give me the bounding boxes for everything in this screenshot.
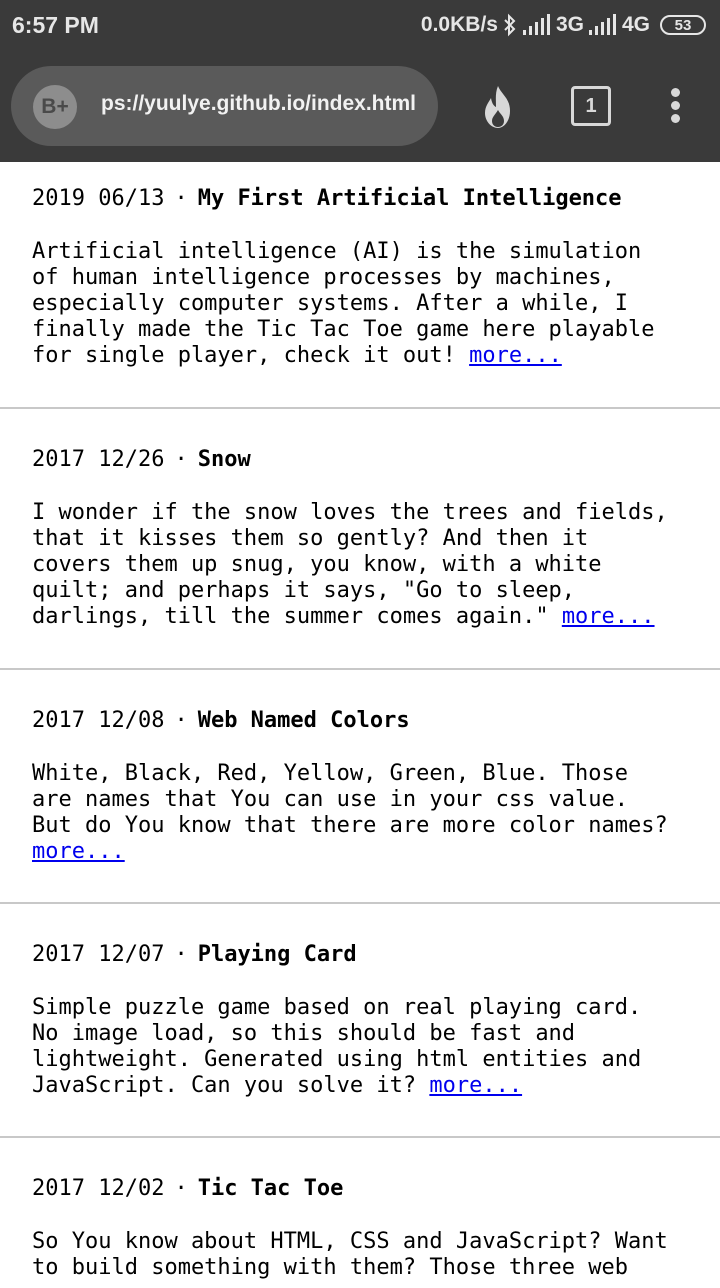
more-link[interactable]: more...	[469, 343, 562, 368]
post-separator: ·	[174, 447, 188, 472]
post-separator: ·	[174, 1176, 188, 1201]
post-title[interactable]: My First Artificial Intelligence	[198, 186, 622, 211]
post-item: 2017 12/07 · Playing Card Simple puzzle ga…	[0, 904, 720, 1138]
post-separator: ·	[174, 708, 188, 733]
post-excerpt: I wonder if the snow loves the trees and…	[32, 500, 692, 630]
battery-icon: 53	[660, 15, 706, 35]
more-link[interactable]: more...	[32, 839, 125, 864]
browser-badge-icon[interactable]: B+	[33, 85, 77, 129]
post-excerpt: Artificial intelligence (AI) is the simu…	[32, 239, 692, 369]
url-text[interactable]: ps://yuulye.github.io/index.html	[101, 92, 431, 116]
post-excerpt-text: White, Black, Red, Yellow, Green, Blue. …	[32, 761, 668, 838]
signal-strength-icon	[588, 14, 616, 35]
post-date: 2019 06/13	[32, 186, 165, 211]
post-separator: ·	[174, 186, 188, 211]
post-date: 2017 12/02	[32, 1176, 165, 1201]
address-bar[interactable]: B+ ps://yuulye.github.io/index.html	[11, 66, 438, 146]
post-header: 2017 12/07 · Playing Card	[32, 942, 357, 967]
post-header: 2017 12/08 · Web Named Colors	[32, 708, 410, 733]
post-item: 2017 12/02 · Tic Tac Toe So You know about…	[0, 1138, 720, 1288]
more-link[interactable]: more...	[562, 604, 655, 629]
status-indicators: 0.0KB/s 3G 4G 53	[421, 11, 706, 39]
browser-toolbar: B+ ps://yuulye.github.io/index.html 1	[0, 50, 720, 162]
bluetooth-icon	[504, 13, 516, 37]
post-date: 2017 12/26	[32, 447, 165, 472]
post-header: 2017 12/26 · Snow	[32, 447, 251, 472]
signal-strength-icon	[522, 14, 550, 35]
post-title[interactable]: Snow	[198, 447, 251, 472]
post-excerpt: So You know about HTML, CSS and JavaScri…	[32, 1229, 692, 1281]
post-excerpt-text: So You know about HTML, CSS and JavaScri…	[32, 1229, 668, 1280]
post-excerpt: White, Black, Red, Yellow, Green, Blue. …	[32, 761, 692, 865]
overflow-menu-icon[interactable]	[666, 88, 686, 124]
tab-switcher-button[interactable]: 1	[571, 86, 611, 126]
network-type-3g: 3G	[555, 13, 584, 36]
post-date: 2017 12/08	[32, 708, 165, 733]
more-link[interactable]: more...	[429, 1073, 522, 1098]
post-item: 2017 12/26 · Snow I wonder if the snow lov…	[0, 409, 720, 670]
post-header: 2019 06/13 · My First Artificial Intellige…	[32, 186, 622, 211]
post-excerpt: Simple puzzle game based on real playing…	[32, 995, 692, 1099]
status-bar: 6:57 PM 0.0KB/s 3G 4G 53	[0, 0, 720, 50]
post-title[interactable]: Tic Tac Toe	[198, 1176, 344, 1201]
post-title[interactable]: Playing Card	[198, 942, 357, 967]
post-item: 2017 12/08 · Web Named Colors White, Black…	[0, 670, 720, 904]
post-item: 2019 06/13 · My First Artificial Intellige…	[0, 162, 720, 409]
network-type-4g: 4G	[621, 13, 650, 36]
post-header: 2017 12/02 · Tic Tac Toe	[32, 1176, 343, 1201]
blog-post-list: 2019 06/13 · My First Artificial Intellige…	[0, 162, 720, 1288]
post-separator: ·	[174, 942, 188, 967]
post-title[interactable]: Web Named Colors	[198, 708, 410, 733]
network-speed: 0.0KB/s	[420, 13, 498, 36]
post-excerpt-text: Simple puzzle game based on real playing…	[32, 995, 642, 1098]
fire-icon[interactable]	[477, 84, 519, 130]
post-date: 2017 12/07	[32, 942, 165, 967]
status-time: 6:57 PM	[12, 12, 99, 38]
